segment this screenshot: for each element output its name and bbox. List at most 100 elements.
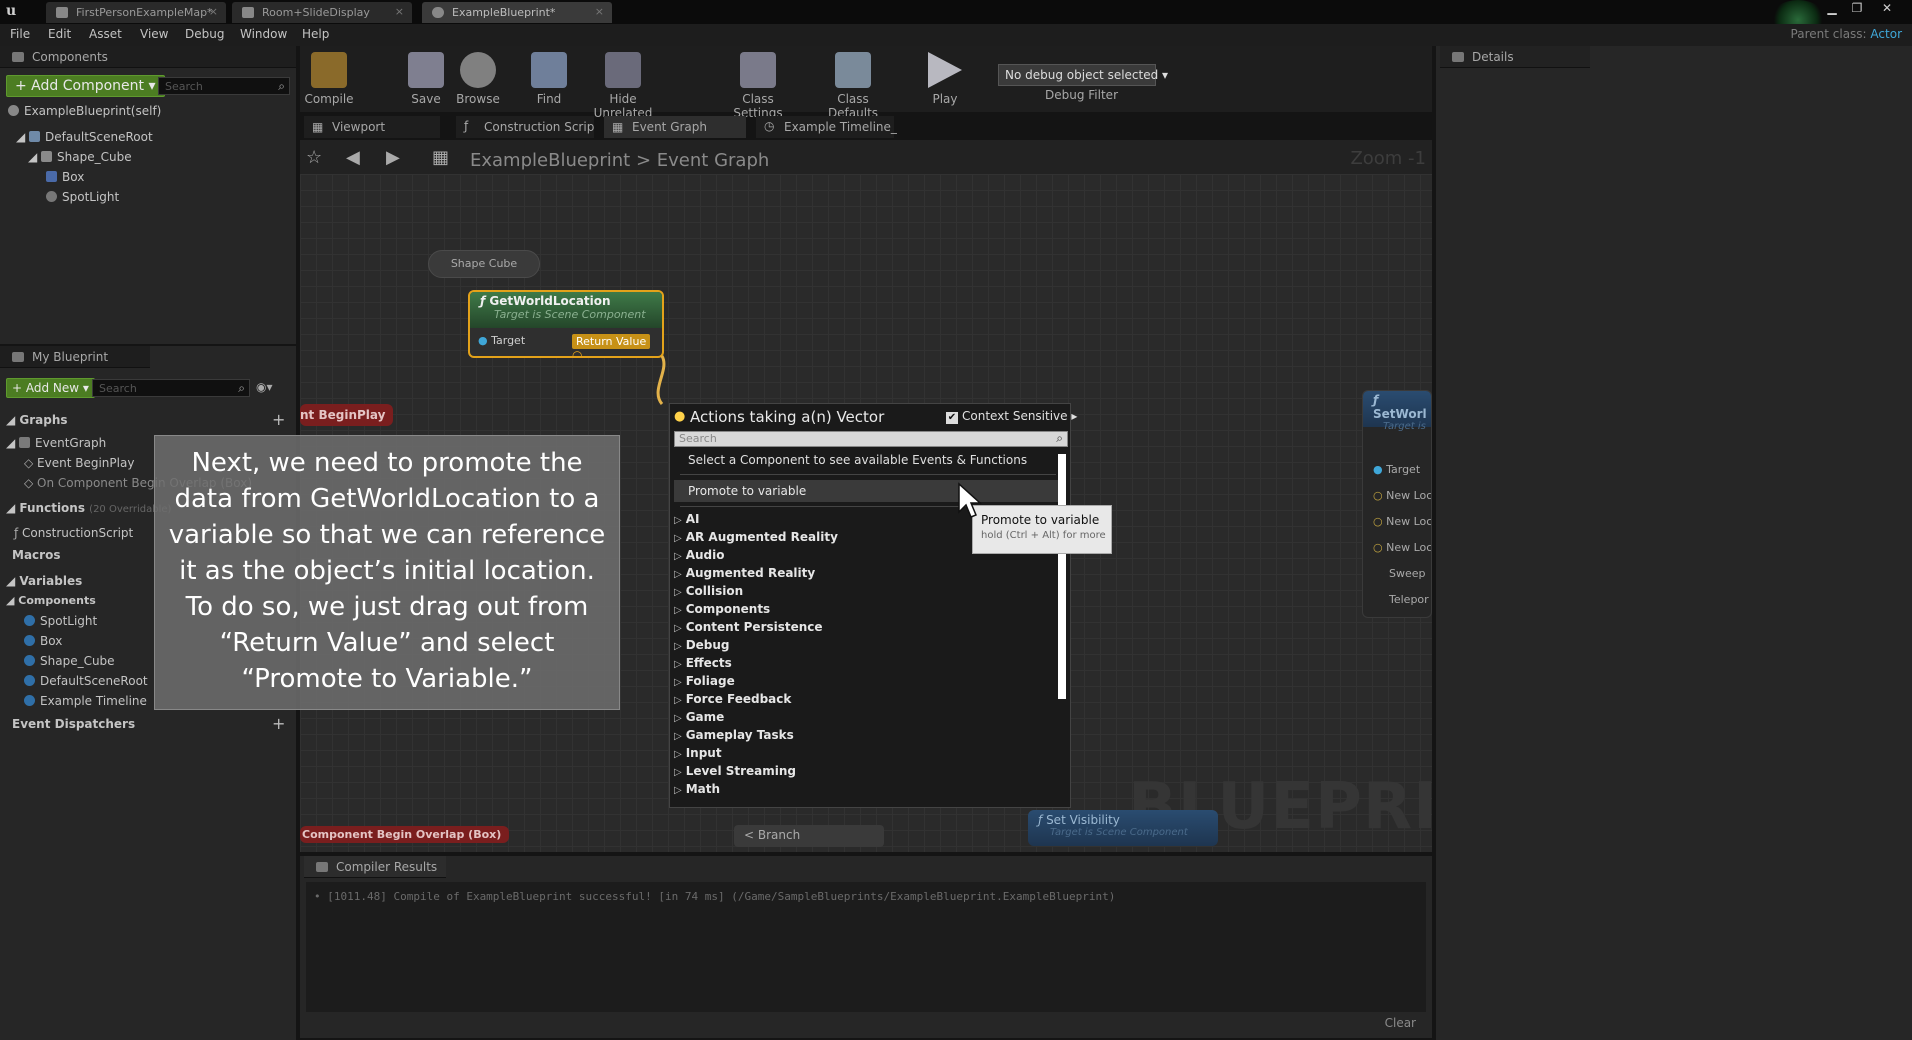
graphs-section[interactable]: ◢ Graphs: [6, 413, 68, 427]
components-search-input[interactable]: Search ⌕: [158, 77, 290, 95]
branch-node[interactable]: < Branch: [734, 825, 884, 847]
macros-section[interactable]: Macros: [12, 548, 60, 562]
star-icon[interactable]: ☆: [306, 147, 322, 168]
class-defaults-button[interactable]: Class Defaults: [811, 52, 895, 120]
var-box[interactable]: Box: [24, 634, 62, 648]
close-icon[interactable]: ×: [209, 5, 218, 18]
browse-button[interactable]: Browse: [447, 52, 509, 106]
event-beginplay-item[interactable]: ◇ Event BeginPlay: [24, 456, 134, 470]
event-dispatchers-section[interactable]: Event Dispatchers: [12, 717, 135, 731]
tab-room-slide-display[interactable]: Room+SlideDisplay ×: [232, 2, 412, 23]
event-beginplay-node[interactable]: nt BeginPlay: [300, 404, 394, 426]
checkbox-checked-icon[interactable]: ✔: [946, 412, 958, 424]
context-sensitive-toggle[interactable]: ✔ Context Sensitive ▸: [946, 409, 1077, 424]
add-graph-icon[interactable]: +: [272, 410, 285, 429]
add-new-button[interactable]: + Add New ▾: [6, 378, 95, 398]
debug-object-select[interactable]: No debug object selected ▾: [998, 64, 1168, 86]
scrollbar-thumb[interactable]: [1058, 454, 1066, 699]
components-variables-section[interactable]: ◢ Components: [6, 594, 96, 607]
menu-debug[interactable]: Debug: [185, 27, 224, 41]
functions-section[interactable]: ◢ Functions (20 Overridable): [6, 501, 171, 515]
set-visibility-node[interactable]: ƒ Set Visibility Target is Scene Componen…: [1028, 810, 1218, 846]
tree-box[interactable]: Box: [46, 170, 84, 184]
class-settings-button[interactable]: Class Settings: [717, 52, 799, 120]
category-item[interactable]: ▷ Game: [674, 710, 724, 724]
breadcrumb-blueprint[interactable]: ExampleBlueprint: [470, 150, 630, 171]
variables-section[interactable]: ◢ Variables: [6, 574, 82, 588]
target-pin[interactable]: ● Target: [478, 334, 525, 347]
pin-target[interactable]: ● Target: [1373, 463, 1420, 476]
category-item[interactable]: ▷ AR Augmented Reality: [674, 530, 838, 544]
menu-asset[interactable]: Asset: [89, 27, 122, 41]
menu-edit[interactable]: Edit: [48, 27, 71, 41]
var-default-scene-root[interactable]: DefaultSceneRoot: [24, 674, 148, 688]
search-icon[interactable]: ⌕: [1056, 431, 1063, 446]
var-spotlight[interactable]: SpotLight: [24, 614, 97, 628]
category-item[interactable]: ▷ AI: [674, 512, 699, 526]
category-item[interactable]: ▷ Debug: [674, 638, 730, 652]
category-item[interactable]: ▷ Math: [674, 782, 720, 796]
self-item[interactable]: ExampleBlueprint(self): [8, 104, 161, 118]
category-item[interactable]: ▷ Effects: [674, 656, 732, 670]
category-item[interactable]: ▷ Audio: [674, 548, 724, 562]
tab-firstperson-map[interactable]: FirstPersonExampleMap* ×: [46, 2, 226, 23]
play-button[interactable]: Play: [914, 52, 976, 106]
close-icon[interactable]: ×: [595, 5, 604, 18]
shape-cube-node[interactable]: Shape Cube: [428, 250, 540, 278]
component-overlap-node[interactable]: Component Begin Overlap (Box): [300, 826, 510, 843]
category-item[interactable]: ▷ Input: [674, 746, 722, 760]
category-item[interactable]: ▷ Collision: [674, 584, 743, 598]
var-example-timeline[interactable]: Example Timeline: [24, 694, 147, 708]
restore-icon[interactable]: ❐: [1848, 1, 1866, 17]
category-item[interactable]: ▷ Components: [674, 602, 770, 616]
category-item[interactable]: ▷ Foliage: [674, 674, 735, 688]
compiler-results-tab[interactable]: Compiler Results: [304, 856, 446, 878]
pin-new-location[interactable]: ○ New Loc: [1373, 515, 1431, 528]
category-item[interactable]: ▷ Level Streaming: [674, 764, 796, 778]
window-close-icon[interactable]: ✕: [1878, 1, 1896, 17]
context-search-input[interactable]: Search ⌕: [674, 431, 1068, 447]
details-tab[interactable]: Details: [1440, 46, 1590, 68]
back-icon[interactable]: ◀: [346, 147, 360, 168]
my-blueprint-search-input[interactable]: Search ⌕: [92, 379, 250, 397]
add-component-button[interactable]: + Add Component ▾: [6, 75, 165, 97]
search-icon[interactable]: ⌕: [238, 381, 245, 396]
tree-default-scene-root[interactable]: ◢ DefaultSceneRoot: [16, 130, 153, 144]
menu-file[interactable]: File: [10, 27, 30, 41]
return-value-pin[interactable]: Return Value ○: [572, 334, 662, 356]
category-item[interactable]: ▷ Force Feedback: [674, 692, 791, 706]
search-icon[interactable]: ⌕: [278, 79, 285, 94]
hide-unrelated-button[interactable]: Hide Unrelated: [583, 52, 663, 120]
var-shape-cube[interactable]: Shape_Cube: [24, 654, 115, 668]
pin-new-location[interactable]: ○ New Loc: [1373, 541, 1431, 554]
find-button[interactable]: Find: [518, 52, 580, 106]
tab-example-timeline[interactable]: ◷ Example Timeline_: [756, 116, 897, 138]
category-item[interactable]: ▷ Content Persistence: [674, 620, 823, 634]
tab-viewport[interactable]: ▦ Viewport: [304, 116, 440, 138]
menu-window[interactable]: Window: [240, 27, 287, 41]
compile-button[interactable]: Compile: [298, 52, 360, 106]
get-world-location-node[interactable]: ƒ GetWorldLocation Target is Scene Compon…: [468, 290, 664, 358]
tree-shape-cube[interactable]: ◢ Shape_Cube: [28, 150, 132, 164]
close-icon[interactable]: ×: [395, 5, 404, 18]
tab-example-blueprint[interactable]: ExampleBlueprint* ×: [422, 2, 612, 23]
tab-construction-script[interactable]: ƒ Construction Scrip: [456, 116, 594, 138]
category-item[interactable]: ▷ Augmented Reality: [674, 566, 815, 580]
tree-spotlight[interactable]: SpotLight: [46, 190, 119, 204]
menu-help[interactable]: Help: [302, 27, 329, 41]
add-dispatcher-icon[interactable]: +: [272, 714, 285, 733]
minimize-icon[interactable]: ▁: [1823, 1, 1841, 17]
category-item[interactable]: ▷ Gameplay Tasks: [674, 728, 794, 742]
menu-view[interactable]: View: [140, 27, 168, 41]
set-world-location-node[interactable]: ƒ SetWorl Target is ● Target ○ New Loc ○ …: [1362, 390, 1432, 618]
parent-class-link[interactable]: Actor: [1870, 27, 1902, 41]
graph-eventgraph[interactable]: ◢ EventGraph: [6, 436, 106, 450]
construction-script-item[interactable]: ƒ ConstructionScript: [14, 526, 133, 540]
tab-event-graph[interactable]: ▦ Event Graph: [604, 116, 746, 138]
promote-to-variable-item[interactable]: Promote to variable: [674, 480, 1058, 502]
breadcrumb-graph[interactable]: Event Graph: [657, 150, 770, 171]
pin-new-location[interactable]: ○ New Loc: [1373, 489, 1431, 502]
pin-sweep[interactable]: Sweep: [1389, 567, 1426, 580]
pin-teleport[interactable]: Telepor: [1389, 593, 1429, 606]
forward-icon[interactable]: ▶: [386, 147, 400, 168]
